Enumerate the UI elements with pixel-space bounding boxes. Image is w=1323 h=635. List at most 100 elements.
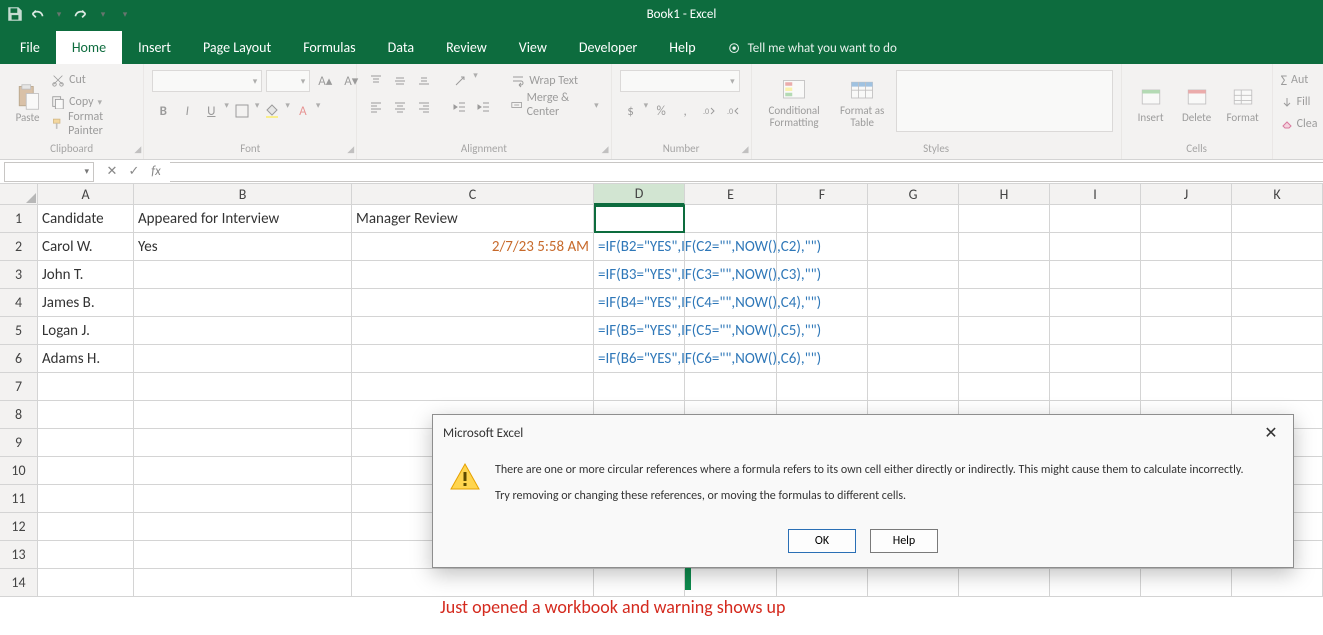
save-icon[interactable] bbox=[6, 5, 24, 23]
cell-H4[interactable] bbox=[959, 289, 1050, 317]
insert-cells-button[interactable]: Insert bbox=[1130, 70, 1172, 136]
cell-K5[interactable] bbox=[1232, 317, 1323, 345]
cell-E1[interactable] bbox=[685, 205, 777, 233]
cell-E6[interactable] bbox=[685, 345, 777, 373]
cell-styles-gallery[interactable] bbox=[896, 70, 1113, 132]
cell-I1[interactable] bbox=[1050, 205, 1141, 233]
tab-home[interactable]: Home bbox=[56, 31, 122, 64]
cell-B6[interactable] bbox=[134, 345, 352, 373]
clear-button[interactable]: Clea bbox=[1281, 114, 1318, 134]
cell-J7[interactable] bbox=[1141, 373, 1232, 401]
column-header-J[interactable]: J bbox=[1141, 184, 1232, 205]
cell-K3[interactable] bbox=[1232, 261, 1323, 289]
tab-formulas[interactable]: Formulas bbox=[287, 31, 371, 64]
autosum-button[interactable]: ΣAut bbox=[1281, 70, 1318, 90]
bold-button[interactable]: B bbox=[152, 100, 174, 122]
cell-C1[interactable]: Manager Review bbox=[352, 205, 594, 233]
column-header-C[interactable]: C bbox=[352, 184, 594, 205]
cell-G6[interactable] bbox=[868, 345, 959, 373]
select-all-corner[interactable] bbox=[0, 184, 38, 205]
row-header-3[interactable]: 3 bbox=[0, 261, 38, 289]
cell-J14[interactable] bbox=[1141, 569, 1232, 597]
cell-B1[interactable]: Appeared for Interview bbox=[134, 205, 352, 233]
cell-I6[interactable] bbox=[1050, 345, 1141, 373]
underline-button[interactable]: U bbox=[200, 100, 222, 122]
cell-D5[interactable]: =IF(B5="YES",IF(C5="",NOW(),C5),"") bbox=[594, 317, 685, 345]
column-header-A[interactable]: A bbox=[38, 184, 134, 205]
clipboard-launcher-icon[interactable]: ◢ bbox=[134, 144, 141, 155]
cell-B8[interactable] bbox=[134, 401, 352, 429]
redo-dropdown-icon[interactable]: ▾ bbox=[94, 5, 112, 23]
qat-customize-icon[interactable]: ▾ bbox=[116, 5, 134, 23]
cell-D6[interactable]: =IF(B6="YES",IF(C6="",NOW(),C6),"") bbox=[594, 345, 685, 373]
cell-G5[interactable] bbox=[868, 317, 959, 345]
border-button[interactable] bbox=[231, 100, 253, 122]
align-right-icon[interactable] bbox=[413, 96, 435, 118]
conditional-formatting-button[interactable]: Conditional Formatting bbox=[760, 70, 829, 136]
font-size-combo[interactable]: ▾ bbox=[266, 70, 310, 92]
row-header-8[interactable]: 8 bbox=[0, 401, 38, 429]
cell-A11[interactable] bbox=[38, 485, 134, 513]
cell-E4[interactable] bbox=[685, 289, 777, 317]
cell-G2[interactable] bbox=[868, 233, 959, 261]
row-header-14[interactable]: 14 bbox=[0, 569, 38, 597]
redo-icon[interactable] bbox=[72, 5, 90, 23]
cell-H1[interactable] bbox=[959, 205, 1050, 233]
cell-F14[interactable] bbox=[777, 569, 868, 597]
cell-J5[interactable] bbox=[1141, 317, 1232, 345]
cell-I3[interactable] bbox=[1050, 261, 1141, 289]
cell-F6[interactable] bbox=[777, 345, 868, 373]
cell-D1[interactable] bbox=[594, 205, 685, 233]
cell-G7[interactable] bbox=[868, 373, 959, 401]
cell-G1[interactable] bbox=[868, 205, 959, 233]
tab-data[interactable]: Data bbox=[372, 31, 430, 64]
copy-button[interactable]: Copy▾ bbox=[51, 92, 135, 112]
cell-B4[interactable] bbox=[134, 289, 352, 317]
format-painter-button[interactable]: Format Painter bbox=[51, 114, 135, 134]
tab-insert[interactable]: Insert bbox=[122, 31, 187, 64]
column-header-G[interactable]: G bbox=[868, 184, 959, 205]
cut-button[interactable]: Cut bbox=[51, 70, 135, 90]
decrease-indent-icon[interactable] bbox=[449, 96, 471, 118]
cell-F4[interactable] bbox=[777, 289, 868, 317]
column-header-D[interactable]: D bbox=[594, 184, 685, 205]
cell-D2[interactable]: =IF(B2="YES",IF(C2="",NOW(),C2),"") bbox=[594, 233, 685, 261]
cell-A14[interactable] bbox=[38, 569, 134, 597]
cell-H2[interactable] bbox=[959, 233, 1050, 261]
cell-C6[interactable] bbox=[352, 345, 594, 373]
cell-D4[interactable]: =IF(B4="YES",IF(C4="",NOW(),C4),"") bbox=[594, 289, 685, 317]
cell-A13[interactable] bbox=[38, 541, 134, 569]
tab-page-layout[interactable]: Page Layout bbox=[187, 31, 287, 64]
cell-C5[interactable] bbox=[352, 317, 594, 345]
cell-E7[interactable] bbox=[685, 373, 777, 401]
tab-developer[interactable]: Developer bbox=[563, 31, 653, 64]
cell-A9[interactable] bbox=[38, 429, 134, 457]
cell-E5[interactable] bbox=[685, 317, 777, 345]
cell-G14[interactable] bbox=[868, 569, 959, 597]
align-bottom-icon[interactable] bbox=[413, 70, 435, 92]
cell-H6[interactable] bbox=[959, 345, 1050, 373]
cell-H7[interactable] bbox=[959, 373, 1050, 401]
tab-view[interactable]: View bbox=[503, 31, 563, 64]
cell-J1[interactable] bbox=[1141, 205, 1232, 233]
cell-F1[interactable] bbox=[777, 205, 868, 233]
merge-center-button[interactable]: Merge & Center▾ bbox=[507, 94, 602, 116]
cell-B7[interactable] bbox=[134, 373, 352, 401]
cell-J3[interactable] bbox=[1141, 261, 1232, 289]
cell-F2[interactable] bbox=[777, 233, 868, 261]
fill-color-button[interactable] bbox=[261, 100, 283, 122]
orientation-icon[interactable] bbox=[449, 70, 471, 92]
fill-button[interactable]: Fill bbox=[1281, 92, 1318, 112]
cell-B12[interactable] bbox=[134, 513, 352, 541]
align-top-icon[interactable] bbox=[365, 70, 387, 92]
cell-H14[interactable] bbox=[959, 569, 1050, 597]
font-name-combo[interactable]: ▾ bbox=[152, 70, 262, 92]
cell-A1[interactable]: Candidate bbox=[38, 205, 134, 233]
cell-I2[interactable] bbox=[1050, 233, 1141, 261]
row-header-5[interactable]: 5 bbox=[0, 317, 38, 345]
formula-bar-input[interactable] bbox=[170, 162, 1323, 182]
cell-B14[interactable] bbox=[134, 569, 352, 597]
column-header-I[interactable]: I bbox=[1050, 184, 1141, 205]
percent-icon[interactable]: % bbox=[650, 100, 672, 122]
cell-K6[interactable] bbox=[1232, 345, 1323, 373]
